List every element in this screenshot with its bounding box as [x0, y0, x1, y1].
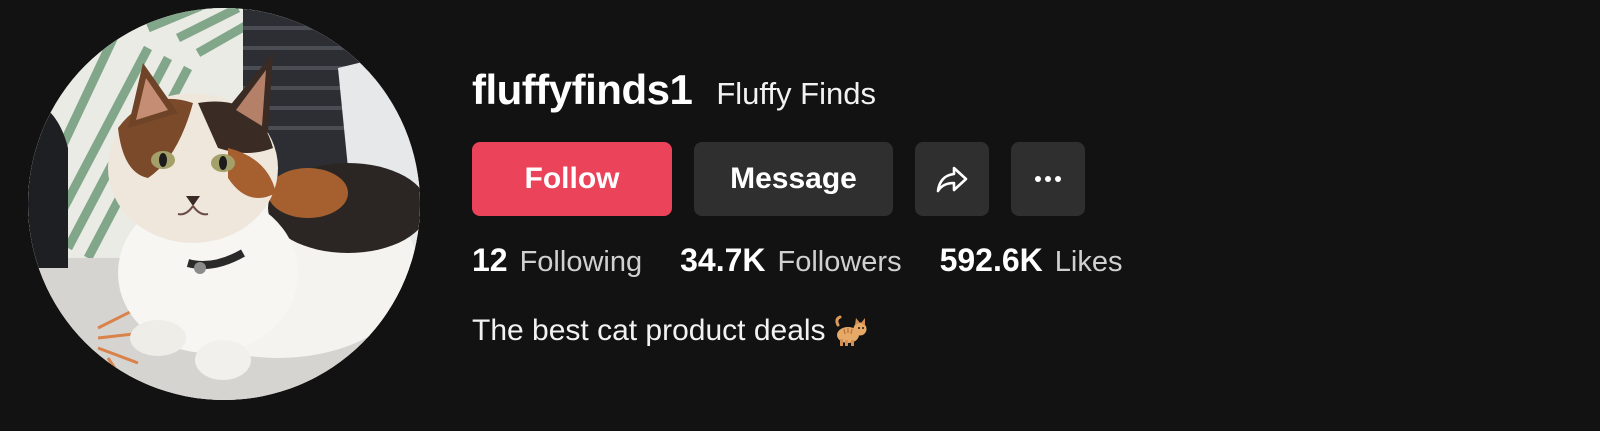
following-label: Following	[519, 246, 643, 278]
likes-label: Likes	[1054, 246, 1123, 278]
profile-stats: 12 Following 34.7K Followers 592.6K Like…	[472, 242, 1160, 282]
cat-emoji-icon	[834, 315, 868, 347]
likes-count: 592.6K	[939, 242, 1043, 278]
profile-header: fluffyfinds1 Fluffy Finds Follow Message	[0, 0, 1600, 431]
cat-photo	[28, 8, 420, 400]
message-button[interactable]: Message	[694, 142, 893, 216]
following-stat[interactable]: 12 Following	[472, 242, 642, 279]
username: fluffyfinds1	[472, 66, 693, 113]
display-name: Fluffy Finds	[716, 76, 876, 111]
share-icon	[936, 166, 968, 193]
followers-count: 34.7K	[680, 242, 766, 278]
name-row: fluffyfinds1 Fluffy Finds	[472, 66, 1160, 122]
share-button[interactable]	[915, 142, 989, 216]
followers-stat[interactable]: 34.7K Followers	[680, 242, 901, 279]
more-options-icon	[1035, 176, 1061, 182]
action-buttons: Follow Message	[472, 142, 1160, 216]
followers-label: Followers	[777, 246, 902, 278]
bio: The best cat product deals	[472, 314, 1160, 348]
profile-info: fluffyfinds1 Fluffy Finds Follow Message	[472, 66, 1160, 348]
bio-text: The best cat product deals	[472, 314, 826, 347]
following-count: 12	[472, 242, 508, 278]
likes-stat: 592.6K Likes	[940, 242, 1123, 279]
avatar[interactable]	[28, 8, 420, 400]
more-options-button[interactable]	[1011, 142, 1085, 216]
follow-button[interactable]: Follow	[472, 142, 672, 216]
